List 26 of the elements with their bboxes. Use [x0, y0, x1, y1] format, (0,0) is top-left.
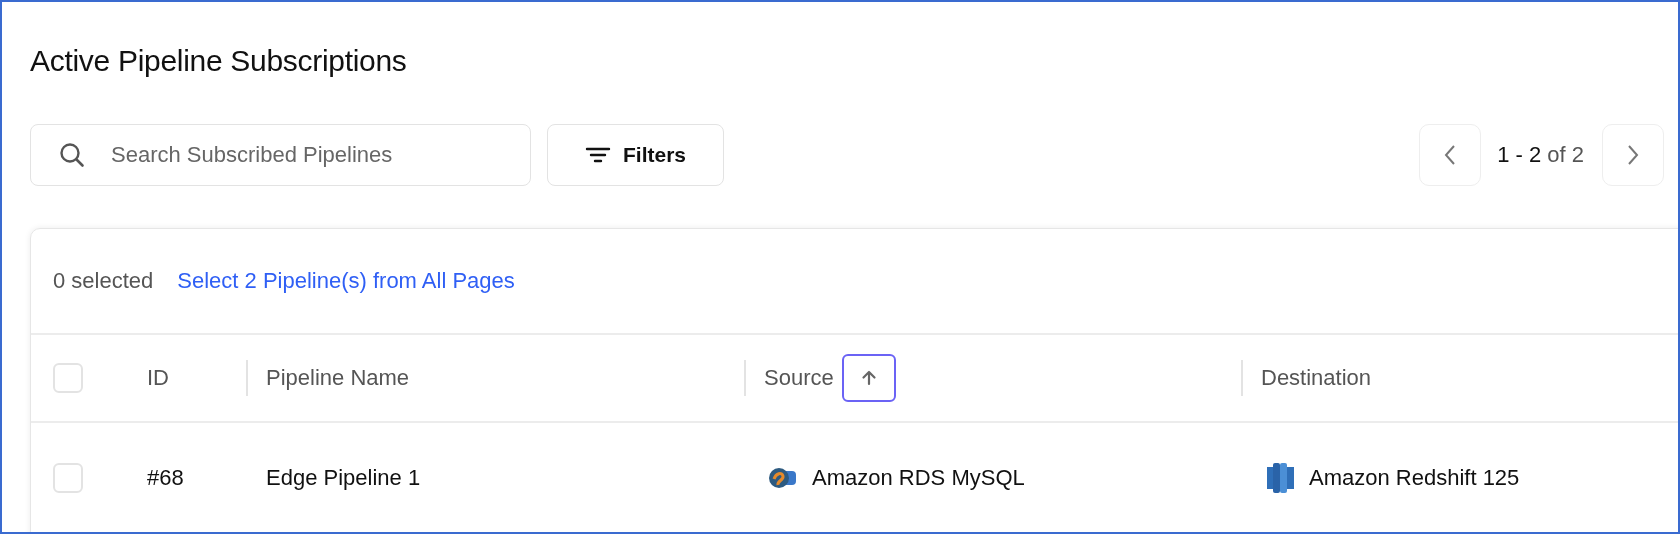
column-header[interactable]: Pipeline Name [266, 365, 410, 391]
column-header[interactable]: Destination [1261, 365, 1372, 391]
chevron-right-icon [1626, 143, 1640, 167]
search-field[interactable]: Search Subscribed Pipelines [30, 124, 531, 186]
table-cell: #68 [147, 465, 184, 490]
checkbox[interactable] [53, 463, 83, 493]
table-cell: Edge Pipeline 1 [266, 465, 421, 490]
filters-button[interactable]: Filters [547, 124, 724, 186]
sort-button[interactable] [841, 354, 896, 402]
database-icon [768, 467, 798, 489]
filter-icon [585, 145, 611, 165]
table-cell: Amazon RDS MySQL [812, 465, 1025, 491]
page-title: Active Pipeline Subscriptions [30, 43, 408, 79]
previous-page-button[interactable] [1419, 124, 1482, 186]
chevron-left-icon [1443, 143, 1458, 167]
column-header[interactable]: Source [764, 365, 834, 391]
selected-count: 0 selected [53, 268, 154, 294]
arrow-up-icon [859, 369, 878, 387]
next-page-button[interactable] [1602, 124, 1664, 186]
page-range: 1 - 2 of 2 [1496, 142, 1585, 168]
columns-icon [1267, 462, 1295, 494]
table-cell: Amazon Redshift 125 [1309, 465, 1520, 491]
select-all-link[interactable]: Select 2 Pipeline(s) from All Pages [177, 268, 515, 294]
column-header[interactable]: ID [147, 365, 169, 391]
checkbox[interactable] [53, 363, 83, 393]
search-icon [58, 141, 86, 169]
